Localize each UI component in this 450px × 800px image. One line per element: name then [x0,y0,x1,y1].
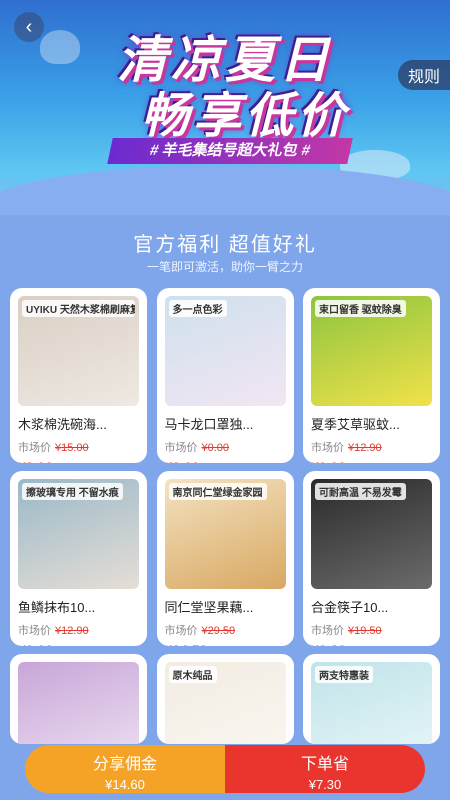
price-row: ¥9.90 已售819件 [311,459,432,463]
product-name: 木浆棉洗碗海... [18,417,107,432]
bottom-action-bar: 分享佣金 ¥14.60 下单省 ¥7.30 [25,745,425,793]
product-image: 南京同仁堂绿金家园 [164,479,286,589]
market-price-row: 市场价 ¥15.00 [18,439,139,455]
chevron-left-icon: ‹ [25,16,33,38]
price-row: ¥24.50 已售711件 [165,642,286,646]
section-title: 官方福利 超值好礼 [133,234,317,256]
sold-count: 已售711件 [240,643,286,646]
market-price-value: ¥19.50 [348,625,382,637]
market-price-label: 市场价 [18,442,51,454]
product-image-caption: 原木纯品 [168,666,217,683]
sold-count: 已售864件 [239,460,286,463]
product-card[interactable]: 多一点色彩马卡龙口罩独... 市场价¥0.00 ¥9.90 已售864件 [156,288,294,463]
product-card[interactable]: 原木纯品 [156,654,294,744]
sale-price: ¥24.50 [165,642,208,646]
market-price-row: 市场价 ¥12.90 [311,439,432,455]
product-image: 束口留香 驱蚊除臭 [311,296,432,406]
sale-price: ¥9.90 [18,642,53,646]
market-price-value: ¥15.00 [55,442,89,454]
product-name: 同仁堂坚果藕... [164,600,254,615]
sold-count: 已售828件 [385,643,432,646]
share-amount: ¥14.60 [105,777,145,792]
market-price-value: ¥12.90 [55,625,89,637]
market-price-row: 市场价 ¥0.00 [165,439,286,455]
product-image: UYIKU 天然木浆棉刷麻复合海绵 [18,296,139,406]
market-price-label: 市场价 [311,442,344,454]
product-image: 擦玻璃专用 不留水痕 [18,479,139,589]
product-image-caption: 南京同仁堂绿金家园 [168,483,267,500]
product-card[interactable]: UYIKU 天然木浆棉刷麻复合海绵木浆棉洗碗海... 市场价 ¥15.00 ¥9.90… [10,288,147,463]
product-image-caption: UYIKU 天然木浆棉刷麻复合海绵 [22,300,135,317]
product-name: 夏季艾草驱蚊... [311,417,400,432]
market-price-row: 市场价 ¥19.50 [311,622,432,638]
sale-price: ¥9.90 [165,459,200,463]
market-price-row: 市场价 ¥12.90 [18,622,139,638]
price-row: ¥9.90 已售1008件 [18,642,139,646]
market-price-label: 市场价 [164,625,198,637]
product-image: 多一点色彩 [164,296,286,406]
product-image-caption: 束口留香 驱蚊除臭 [315,300,406,317]
product-image: 原木纯品 [164,662,286,744]
market-price-value: ¥12.90 [348,442,382,454]
banner-headline-2: 畅享低价 [140,90,349,143]
product-image-caption: 可耐高温 不易发霉 [315,483,406,500]
product-image: 可耐高温 不易发霉 [311,479,432,589]
product-grid: UYIKU 天然木浆棉刷麻复合海绵木浆棉洗碗海... 市场价 ¥15.00 ¥9.90… [10,288,440,744]
market-price-row: 市场价 ¥29.50 [165,622,286,638]
product-card[interactable]: 擦玻璃专用 不留水痕鱼鳞抹布10... 市场价 ¥12.90 ¥9.90 已售1008件 [10,471,147,646]
product-name: 合金筷子10... [311,600,389,615]
buy-amount: ¥7.30 [308,777,342,792]
order-save-button[interactable]: 下单省 ¥7.30 [225,745,425,793]
product-card[interactable]: 南京同仁堂绿金家园同仁堂坚果藕... 市场价¥29.50 ¥24.50 已售711件 [156,471,294,646]
sold-count: 已售819件 [385,460,432,463]
sale-price: ¥9.90 [311,459,346,463]
market-price-label: 市场价 [18,625,51,637]
sold-count: 已售1008件 [87,643,139,646]
product-name: 鱼鳞抹布10... [18,600,96,615]
market-price-label: 市场价 [311,625,344,637]
share-label: 分享佣金 [92,756,157,773]
sale-price: ¥9.80 [311,642,346,646]
price-row: ¥9.90 已售288件 [18,459,139,463]
price-row: ¥9.80 已售828件 [311,642,432,646]
product-name: 马卡龙口罩独... [164,417,254,432]
market-price-value: ¥29.50 [201,625,236,637]
section-subtitle: 一笔即可激活，助你一臂之力 [146,260,303,274]
product-image-caption: 两支特惠装 [315,666,373,683]
product-image [18,662,139,744]
product-card[interactable]: 可耐高温 不易发霉合金筷子10... 市场价 ¥19.50 ¥9.80 已售828件 [303,471,440,646]
product-card[interactable]: 束口留香 驱蚊除臭夏季艾草驱蚊... 市场价 ¥12.90 ¥9.90 已售819件 [303,288,440,463]
product-card[interactable]: 两支特惠装 [303,654,440,744]
sale-price: ¥9.90 [18,459,53,463]
price-row: ¥9.90 已售864件 [165,459,286,463]
product-image: 两支特惠装 [311,662,432,744]
product-card[interactable] [10,654,147,744]
product-image-caption: 擦玻璃专用 不留水痕 [22,483,123,500]
product-image-caption: 多一点色彩 [168,300,227,317]
share-commission-button[interactable]: 分享佣金 ¥14.60 [25,745,225,793]
buy-label: 下单省 [300,756,349,773]
back-button[interactable]: ‹ [14,12,44,42]
market-price-value: ¥0.00 [201,442,230,454]
market-price-label: 市场价 [164,442,198,454]
rules-button[interactable]: 规则 [398,60,450,90]
sold-count: 已售288件 [92,460,139,463]
hero-banner: 清凉夏日 畅享低价 # 羊毛集结号超大礼包 # [0,0,450,215]
banner-ribbon: # 羊毛集结号超大礼包 # [107,138,353,164]
